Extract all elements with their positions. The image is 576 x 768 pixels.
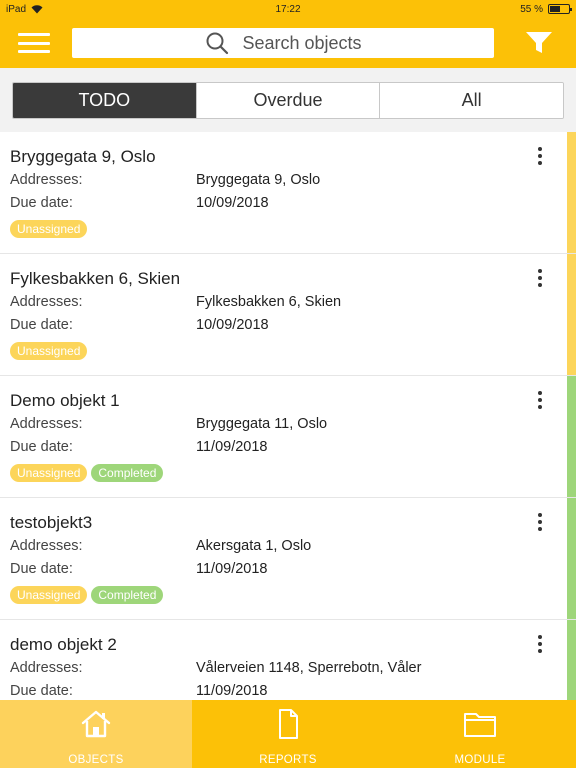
status-badge-unassigned: Unassigned <box>10 220 88 238</box>
search-placeholder: Search objects <box>242 32 362 53</box>
status-badges: Unassigned <box>10 220 566 238</box>
folder-icon <box>464 713 496 737</box>
addresses-label: Addresses: <box>10 538 83 554</box>
due-date-value: 10/09/2018 <box>196 195 269 211</box>
battery-level-fill <box>550 6 560 12</box>
search-input[interactable]: Search objects <box>72 28 494 58</box>
list-item[interactable]: demo objekt 2 Addresses: Vålerveien 1148… <box>0 620 576 700</box>
status-strip <box>567 620 576 700</box>
more-options-icon[interactable] <box>534 268 546 288</box>
document-icon <box>279 709 298 739</box>
addresses-label: Addresses: <box>10 660 83 676</box>
object-title: Bryggegata 9, Oslo <box>10 147 156 166</box>
battery-percentage: 55 % <box>520 3 543 15</box>
tab-todo[interactable]: TODO <box>13 83 197 118</box>
tab-overdue[interactable]: Overdue <box>196 83 381 118</box>
more-options-icon[interactable] <box>534 634 546 654</box>
list-item[interactable]: Fylkesbakken 6, Skien Addresses: Fylkesb… <box>0 254 576 376</box>
nav-module[interactable]: MODULE <box>384 700 576 768</box>
status-badge-unassigned: Unassigned <box>10 464 88 482</box>
list-item[interactable]: Demo objekt 1 Addresses: Bryggegata 11, … <box>0 376 576 498</box>
status-badges: Unassigned Completed <box>10 586 566 604</box>
more-options-icon[interactable] <box>534 390 546 410</box>
object-title: testobjekt3 <box>10 513 93 532</box>
due-date-label: Due date: <box>10 683 73 699</box>
status-bar: iPad 17:22 55 % <box>0 0 576 18</box>
status-badge-unassigned: Unassigned <box>10 586 88 604</box>
app-header: Search objects <box>0 18 576 68</box>
status-badges: Unassigned <box>10 342 566 360</box>
due-date-value: 11/09/2018 <box>196 439 268 455</box>
object-title: Fylkesbakken 6, Skien <box>10 269 181 288</box>
due-date-value: 11/09/2018 <box>196 561 268 577</box>
bottom-navigation: OBJECTS REPORTS MODULE <box>0 700 576 768</box>
more-options-icon[interactable] <box>534 146 546 166</box>
nav-module-label: MODULE <box>454 754 506 766</box>
search-icon <box>206 32 229 55</box>
due-date-value: 10/09/2018 <box>196 317 269 333</box>
list-item[interactable]: Bryggegata 9, Oslo Addresses: Bryggegata… <box>0 132 576 254</box>
status-strip <box>567 132 576 253</box>
address-value: Vålerveien 1148, Sperrebotn, Våler <box>196 660 422 676</box>
due-date-label: Due date: <box>10 317 73 333</box>
object-title: Demo objekt 1 <box>10 391 120 410</box>
status-badge-unassigned: Unassigned <box>10 342 88 360</box>
app-screen: iPad 17:22 55 % Search objects TODO Over… <box>0 0 576 768</box>
addresses-label: Addresses: <box>10 294 83 310</box>
due-date-value: 11/09/2018 <box>196 683 268 699</box>
object-title: demo objekt 2 <box>10 635 117 654</box>
status-badge-completed: Completed <box>91 586 164 604</box>
status-badges: Unassigned Completed <box>10 464 566 482</box>
home-icon <box>81 710 111 738</box>
address-value: Bryggegata 9, Oslo <box>196 172 321 188</box>
hamburger-icon[interactable] <box>18 30 50 56</box>
wifi-icon <box>31 5 43 14</box>
nav-reports-label: REPORTS <box>259 754 317 766</box>
addresses-label: Addresses: <box>10 172 83 188</box>
battery-icon <box>548 4 572 14</box>
status-strip <box>567 376 576 497</box>
filter-tabs: TODO Overdue All <box>12 82 564 119</box>
due-date-label: Due date: <box>10 439 73 455</box>
objects-list[interactable]: Bryggegata 9, Oslo Addresses: Bryggegata… <box>0 132 576 700</box>
status-badge-completed: Completed <box>91 464 164 482</box>
nav-objects-label: OBJECTS <box>68 754 124 766</box>
nav-reports[interactable]: REPORTS <box>192 700 384 768</box>
list-item[interactable]: testobjekt3 Addresses: Akersgata 1, Oslo… <box>0 498 576 620</box>
due-date-label: Due date: <box>10 195 73 211</box>
nav-objects[interactable]: OBJECTS <box>0 700 192 768</box>
due-date-label: Due date: <box>10 561 73 577</box>
filter-funnel-icon[interactable] <box>524 30 554 56</box>
tab-all[interactable]: All <box>380 83 563 118</box>
address-value: Fylkesbakken 6, Skien <box>196 294 342 310</box>
more-options-icon[interactable] <box>534 512 546 532</box>
status-strip <box>567 254 576 375</box>
status-strip <box>567 498 576 619</box>
address-value: Akersgata 1, Oslo <box>196 538 312 554</box>
address-value: Bryggegata 11, Oslo <box>196 416 328 432</box>
addresses-label: Addresses: <box>10 416 83 432</box>
device-name: iPad <box>6 3 27 15</box>
status-time: 17:22 <box>275 3 301 15</box>
